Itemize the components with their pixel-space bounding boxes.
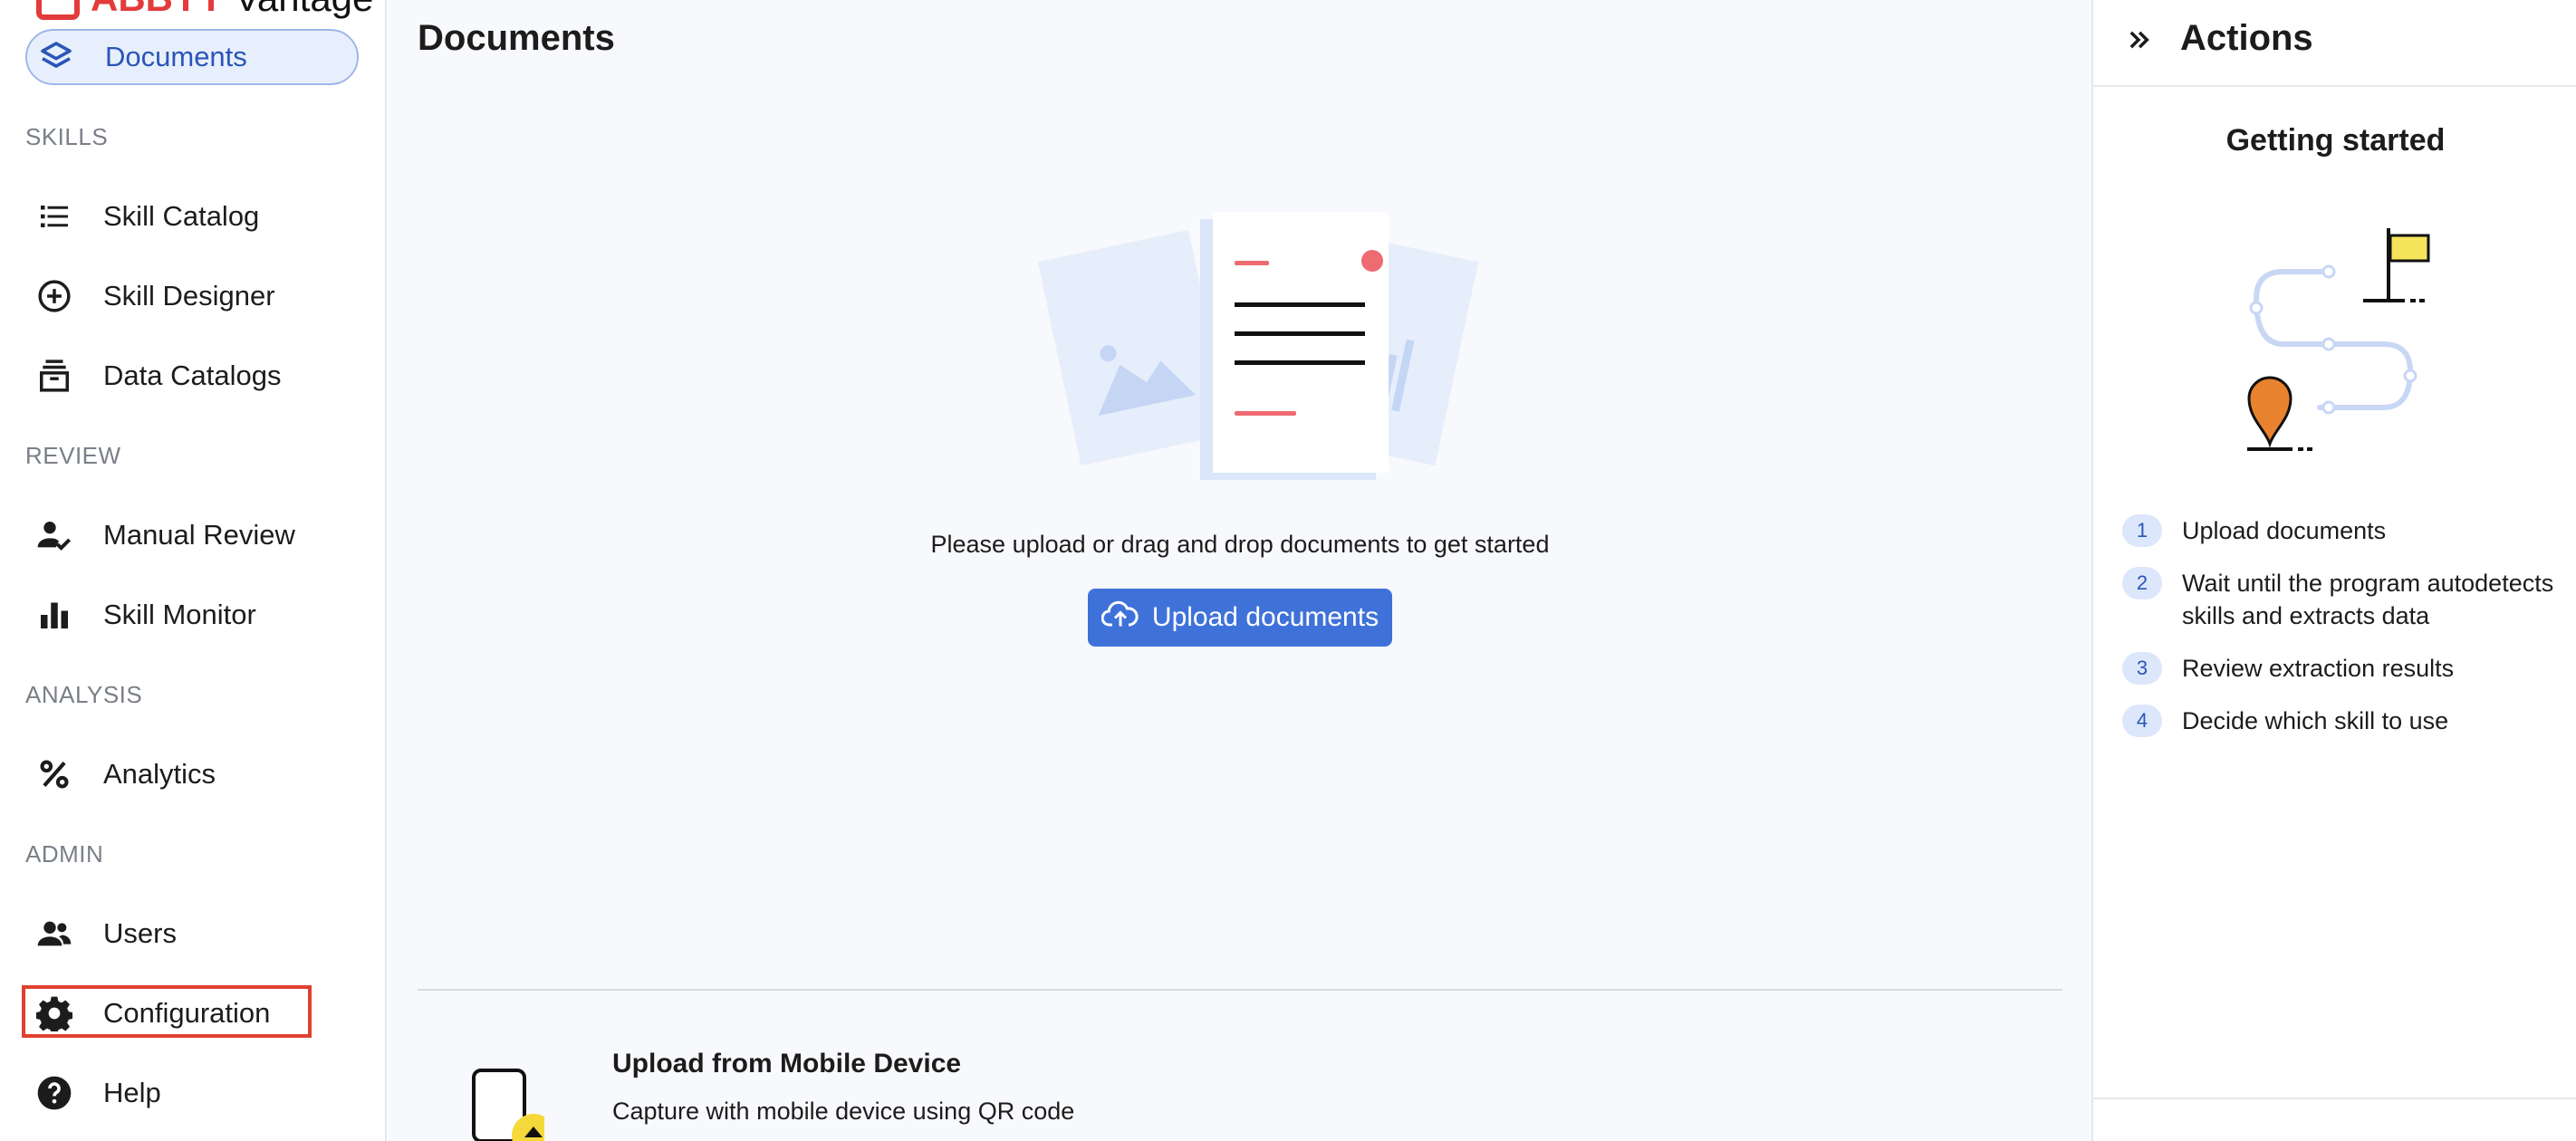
- help-icon: [29, 1065, 80, 1121]
- empty-state-text: Please upload or drag and drop documents…: [930, 531, 1550, 558]
- sidebar-item-label: Data Catalogs: [103, 360, 282, 391]
- step-text: Decide which skill to use: [2182, 707, 2449, 734]
- sidebar-item-label: Documents: [105, 41, 247, 72]
- sidebar-item-label: Analytics: [103, 758, 216, 790]
- actions-header: Actions: [2093, 0, 2576, 87]
- double-chevron-right-icon[interactable]: [2120, 22, 2157, 58]
- layers-icon: [31, 29, 82, 85]
- sidebar-item-label: Skill Catalog: [103, 200, 260, 232]
- users-icon: [29, 906, 80, 962]
- step-number-badge: 1: [2122, 514, 2162, 547]
- list-item: 4 Decide which skill to use: [2122, 705, 2566, 737]
- step-number-badge: 3: [2122, 652, 2162, 685]
- getting-started-steps: 1 Upload documents 2 Wait until the prog…: [2122, 514, 2566, 757]
- section-label-skills: SKILLS: [25, 123, 109, 150]
- actions-panel: Actions Getting started 1 Upload documen…: [2091, 0, 2576, 1141]
- sidebar-item-skill-monitor[interactable]: Skill Monitor: [25, 587, 359, 643]
- highlight-box: [22, 985, 312, 1038]
- sidebar-item-help[interactable]: Help: [25, 1065, 359, 1121]
- add-circle-icon: [29, 268, 80, 324]
- cloud-upload-icon: [1101, 599, 1139, 637]
- user-check-icon: [29, 507, 80, 563]
- archive-icon: [29, 348, 80, 404]
- step-text: Upload documents: [2182, 517, 2387, 544]
- section-label-review: REVIEW: [25, 442, 121, 469]
- divider: [418, 989, 2062, 991]
- brand-name: ABBYY: [91, 0, 224, 20]
- sidebar-item-users[interactable]: Users: [25, 906, 359, 962]
- step-number-badge: 2: [2122, 567, 2162, 599]
- product-name: Vantage: [235, 0, 373, 20]
- divider: [2093, 1098, 2576, 1099]
- sidebar-item-label: Help: [103, 1077, 161, 1108]
- actions-title: Actions: [2180, 18, 2313, 58]
- mobile-upload-subtitle: Capture with mobile device using QR code: [612, 1098, 1075, 1125]
- sidebar: ABBYY Vantage Documents SKILLS Skill Cat…: [0, 0, 387, 1141]
- sidebar-item-label: Skill Designer: [103, 280, 275, 312]
- list-item: 1 Upload documents: [2122, 514, 2566, 547]
- step-text: Wait until the program autodetects skill…: [2182, 570, 2554, 629]
- list-item: 2 Wait until the program autodetects ski…: [2122, 567, 2566, 632]
- sidebar-item-label: Skill Monitor: [103, 599, 256, 630]
- sidebar-item-skill-designer[interactable]: Skill Designer: [25, 268, 359, 324]
- getting-started-title: Getting started: [2225, 123, 2446, 158]
- roadmap-illustration: [2229, 217, 2446, 466]
- sidebar-item-label: Users: [103, 917, 177, 949]
- sidebar-item-analytics[interactable]: Analytics: [25, 746, 359, 802]
- upload-documents-button[interactable]: Upload documents: [1088, 589, 1392, 647]
- step-number-badge: 4: [2122, 705, 2162, 737]
- percent-icon: [29, 746, 80, 802]
- sidebar-item-documents[interactable]: Documents: [25, 29, 359, 85]
- main-content: Documents Please upload or drag and drop…: [389, 0, 2091, 1141]
- list-item: 3 Review extraction results: [2122, 652, 2566, 685]
- section-label-analysis: ANALYSIS: [25, 681, 143, 708]
- upload-button-label: Upload documents: [1151, 602, 1379, 632]
- step-text: Review extraction results: [2182, 655, 2455, 682]
- sidebar-item-manual-review[interactable]: Manual Review: [25, 507, 359, 563]
- mobile-upload-title[interactable]: Upload from Mobile Device: [612, 1049, 961, 1079]
- abbyy-logo-icon: [36, 0, 80, 20]
- brand-logo[interactable]: ABBYY Vantage: [36, 0, 373, 20]
- sidebar-item-label: Manual Review: [103, 519, 295, 551]
- sidebar-item-data-catalogs[interactable]: Data Catalogs: [25, 348, 359, 404]
- mobile-phone-icon: [472, 1069, 555, 1141]
- sidebar-item-skill-catalog[interactable]: Skill Catalog: [25, 188, 359, 244]
- page-title: Documents: [418, 18, 615, 58]
- empty-documents-illustration: [1023, 199, 1494, 494]
- section-label-admin: ADMIN: [25, 840, 104, 868]
- list-icon: [29, 188, 80, 244]
- bar-chart-icon: [29, 587, 80, 643]
